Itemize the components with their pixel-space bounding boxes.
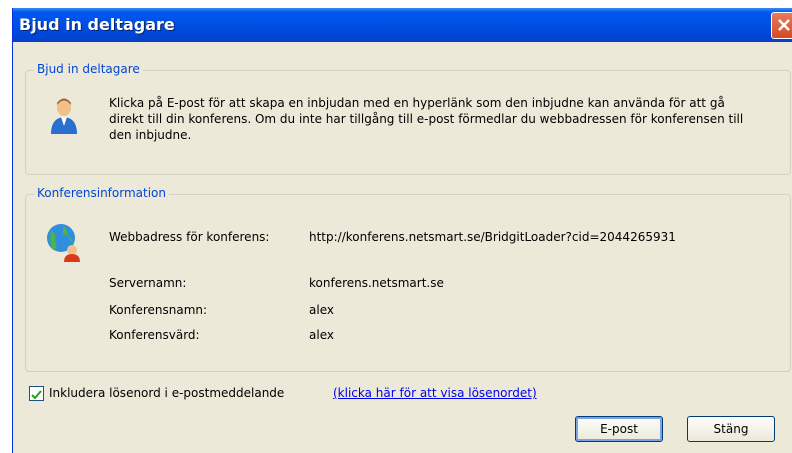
host-label: Konferensvärd:: [109, 328, 200, 342]
email-button[interactable]: E-post: [575, 416, 663, 442]
conference-name-value: alex: [309, 303, 334, 317]
web-address-value: http://konferens.netsmart.se/BridgitLoad…: [309, 230, 676, 244]
user-icon: [51, 98, 77, 134]
server-name-value: konferens.netsmart.se: [309, 276, 444, 290]
invite-group-legend: Bjud in deltagare: [34, 62, 143, 76]
checkmark-icon: [31, 390, 42, 400]
include-password-label[interactable]: Inkludera lösenord i e-postmeddelande: [49, 386, 284, 400]
title-bar[interactable]: Bjud in deltagare: [13, 8, 792, 42]
invite-instructions: Klicka på E-post för att skapa en inbjud…: [109, 96, 744, 142]
server-name-label: Servernamn:: [109, 276, 187, 290]
include-password-checkbox[interactable]: [29, 386, 44, 401]
web-address-label: Webbadress för konferens:: [109, 230, 270, 244]
close-button[interactable]: Stäng: [687, 416, 775, 442]
invite-dialog: Bjud in deltagare Bjud in deltagare Klic…: [12, 8, 792, 453]
window-title: Bjud in deltagare: [19, 15, 175, 34]
close-window-button[interactable]: [771, 12, 792, 39]
globe-user-icon: [47, 224, 80, 262]
conference-name-label: Konferensnamn:: [109, 303, 208, 317]
show-password-link[interactable]: (klicka här för att visa lösenordet): [333, 386, 537, 400]
conference-info-legend: Konferensinformation: [34, 186, 169, 200]
close-icon: [778, 19, 790, 31]
host-value: alex: [309, 328, 334, 342]
